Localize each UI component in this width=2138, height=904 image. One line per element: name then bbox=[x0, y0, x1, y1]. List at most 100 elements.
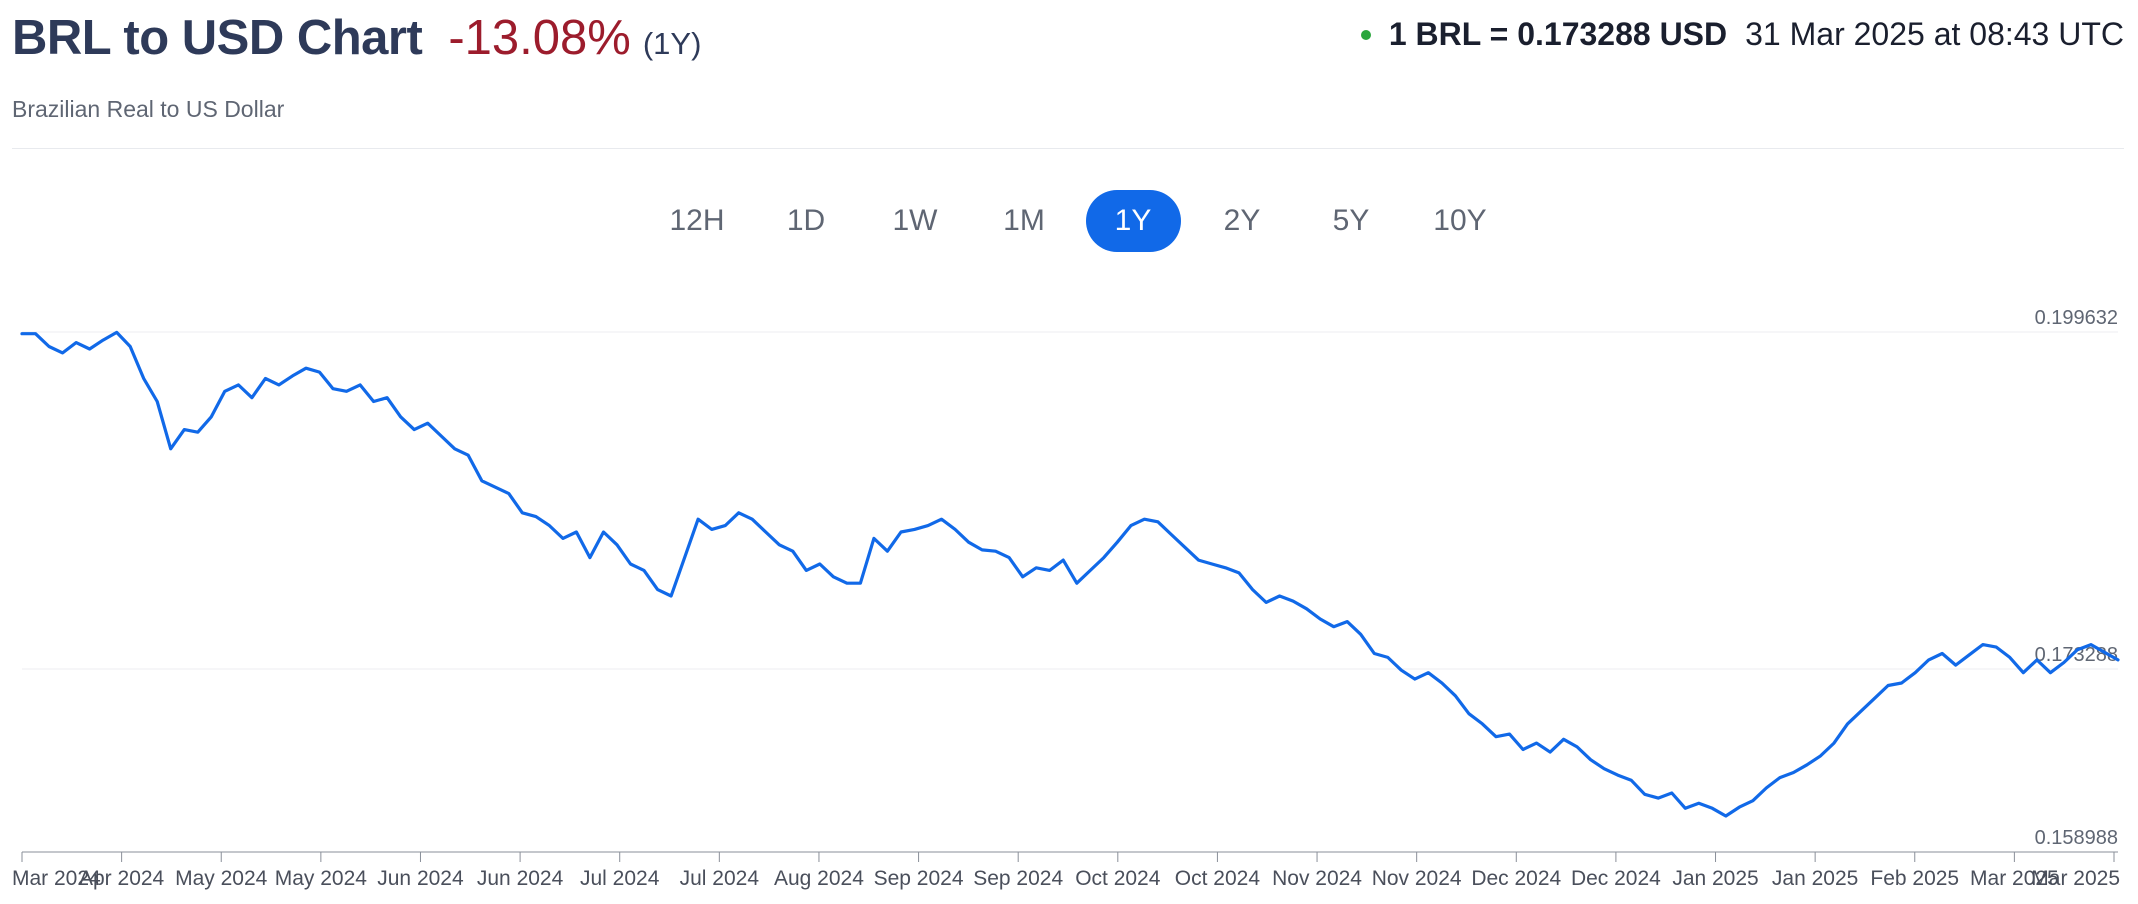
tab-5y[interactable]: 5Y bbox=[1304, 190, 1399, 252]
data-point bbox=[1414, 678, 1416, 680]
data-point bbox=[1535, 742, 1538, 744]
data-point bbox=[1441, 682, 1443, 684]
data-point bbox=[1224, 567, 1227, 569]
data-point bbox=[670, 595, 672, 597]
data-point bbox=[805, 569, 808, 572]
data-point bbox=[1387, 656, 1389, 659]
data-point bbox=[1698, 802, 1700, 804]
data-point bbox=[1184, 546, 1186, 549]
data-point bbox=[1048, 569, 1051, 572]
x-tick-label: Dec 2024 bbox=[1571, 867, 1661, 890]
data-point bbox=[940, 518, 943, 520]
data-point bbox=[1130, 524, 1132, 527]
data-point bbox=[792, 550, 794, 552]
data-point bbox=[2090, 643, 2092, 646]
data-point bbox=[2076, 648, 2079, 651]
page-subtitle: Brazilian Real to US Dollar bbox=[12, 96, 285, 122]
data-point bbox=[859, 582, 862, 584]
data-point bbox=[1265, 601, 1267, 604]
data-point bbox=[1806, 764, 1808, 766]
x-tick-label: Dec 2024 bbox=[1471, 867, 1561, 890]
data-point bbox=[967, 541, 970, 543]
data-point bbox=[656, 588, 659, 591]
data-point bbox=[332, 387, 334, 390]
x-tick-label: Nov 2024 bbox=[1272, 867, 1362, 890]
data-point bbox=[2022, 671, 2025, 674]
data-point bbox=[2049, 671, 2052, 674]
data-point bbox=[88, 348, 91, 350]
data-point bbox=[1752, 799, 1754, 802]
rate-value: 1 BRL = 0.173288 USD bbox=[1388, 16, 1728, 52]
data-point bbox=[1251, 588, 1254, 591]
rate-timestamp: 31 Mar 2025 at 08:43 UTC bbox=[1745, 16, 2124, 52]
data-point bbox=[548, 524, 551, 527]
data-point bbox=[1576, 746, 1578, 748]
data-point bbox=[1603, 767, 1605, 770]
data-point bbox=[562, 537, 564, 540]
tab-2y[interactable]: 2Y bbox=[1195, 190, 1290, 252]
data-point bbox=[481, 480, 483, 482]
tab-1d[interactable]: 1D bbox=[759, 190, 854, 252]
data-point bbox=[359, 384, 361, 386]
data-point bbox=[386, 396, 388, 399]
data-point bbox=[278, 384, 280, 386]
data-point bbox=[1319, 618, 1321, 620]
data-point bbox=[1616, 774, 1619, 776]
data-point bbox=[1292, 600, 1294, 602]
data-point bbox=[399, 416, 402, 418]
data-point bbox=[1914, 671, 1916, 674]
live-status-icon bbox=[1360, 29, 1371, 40]
tab-1y[interactable]: 1Y bbox=[1085, 190, 1181, 252]
x-tick-label: Jun 2024 bbox=[477, 867, 564, 890]
chart-header: BRL to USD Chart -13.08% (1Y) bbox=[12, 10, 701, 65]
data-point bbox=[1873, 697, 1876, 700]
data-point bbox=[2036, 659, 2038, 661]
data-point bbox=[1116, 541, 1119, 543]
data-point bbox=[737, 512, 740, 514]
data-point bbox=[1792, 771, 1795, 774]
data-point bbox=[954, 528, 956, 531]
data-point bbox=[1779, 776, 1781, 779]
data-point bbox=[224, 390, 226, 393]
data-point bbox=[1954, 664, 1957, 666]
data-point bbox=[751, 518, 753, 520]
tab-1w[interactable]: 1W bbox=[868, 190, 963, 252]
data-point bbox=[778, 544, 781, 546]
data-point bbox=[589, 556, 591, 559]
data-point bbox=[616, 544, 618, 546]
data-point bbox=[1373, 652, 1376, 655]
data-point bbox=[183, 428, 186, 431]
data-point bbox=[318, 371, 321, 373]
header-divider bbox=[12, 148, 2124, 149]
data-point bbox=[508, 492, 510, 495]
data-point bbox=[1549, 751, 1551, 753]
data-point bbox=[1887, 684, 1889, 687]
data-point bbox=[453, 448, 456, 450]
data-point bbox=[1495, 735, 1497, 738]
data-point bbox=[1157, 521, 1159, 523]
rate-series-line[interactable] bbox=[20, 330, 2120, 818]
x-tick-label: Jan 2025 bbox=[1672, 867, 1758, 890]
x-tick-label: May 2024 bbox=[275, 867, 368, 890]
data-point bbox=[1562, 738, 1565, 741]
data-point bbox=[832, 576, 835, 578]
data-point bbox=[305, 367, 307, 370]
data-point bbox=[291, 375, 294, 377]
data-point bbox=[643, 569, 645, 572]
tab-12h[interactable]: 12H bbox=[650, 190, 745, 252]
data-point bbox=[1238, 572, 1240, 574]
data-point bbox=[886, 550, 889, 552]
data-point bbox=[372, 400, 375, 403]
x-tick-label: Apr 2024 bbox=[79, 867, 165, 890]
data-point bbox=[1833, 742, 1835, 744]
data-point bbox=[1765, 787, 1768, 789]
data-point bbox=[1468, 712, 1470, 715]
data-point bbox=[1968, 654, 1971, 656]
data-point bbox=[1671, 792, 1673, 794]
data-point bbox=[1278, 595, 1281, 597]
tab-10y[interactable]: 10Y bbox=[1413, 190, 1508, 252]
x-tick-label: Jun 2024 bbox=[377, 867, 464, 890]
exchange-rate-chart[interactable]: Mar 2024Apr 2024 May 2024 May 2024 Jun 2024… bbox=[0, 290, 2138, 904]
tab-1m[interactable]: 1M bbox=[977, 190, 1072, 252]
x-tick-label: Nov 2024 bbox=[1372, 867, 1462, 890]
